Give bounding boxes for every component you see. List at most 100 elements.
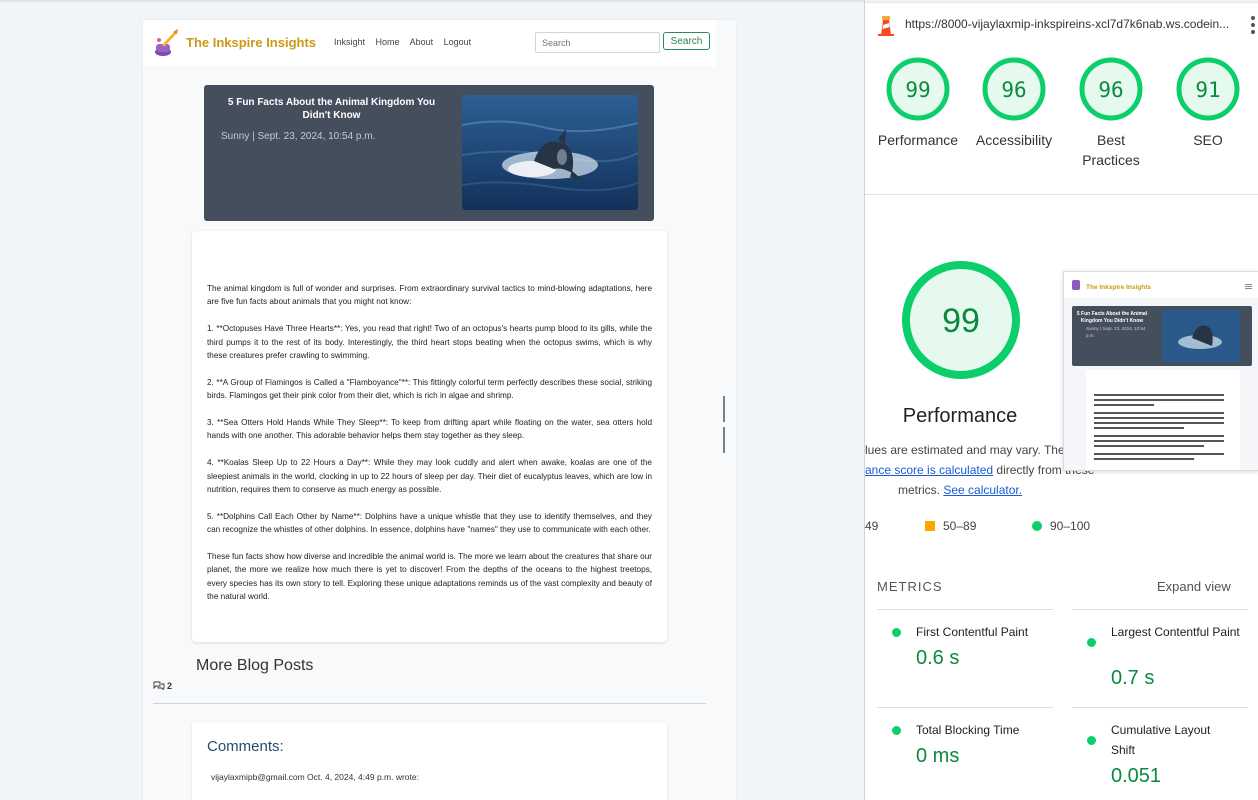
article-body: The animal kingdom is full of wonder and… — [207, 282, 652, 617]
page-screenshot-thumbnail[interactable]: The Inkspire Insights 5 Fun Facts About … — [1063, 271, 1258, 471]
report-url-bar: https://8000-vijaylaxmip-inkspireins-xcl… — [865, 8, 1258, 40]
metric-fcp: First Contentful Paint 0.6 s — [892, 622, 1072, 672]
post-meta: Sunny | Sept. 23, 2024, 10:54 p.m. — [221, 131, 376, 142]
metric-divider — [1072, 609, 1248, 610]
post-title: 5 Fun Facts About the Animal Kingdom You… — [227, 97, 436, 121]
ink-quill-logo-icon[interactable] — [153, 28, 179, 58]
legend-pass-label: 90–100 — [1050, 519, 1091, 533]
gauge-ring: 96 — [1079, 57, 1143, 121]
legend-average-label: 50–89 — [943, 519, 977, 533]
main-score: 99 — [942, 302, 980, 340]
comment-count[interactable]: 2 — [153, 681, 172, 691]
legend-average: 50–89 — [925, 519, 976, 533]
svg-text:Sunny | Sept. 23, 2024, 10:54: Sunny | Sept. 23, 2024, 10:54 — [1086, 326, 1146, 331]
gauge-label: SEO — [1193, 132, 1223, 148]
metric-divider — [877, 609, 1053, 610]
metric-lcp: Largest Contentful Paint 0.7 s — [1087, 622, 1258, 692]
gauge-ring: 99 — [886, 57, 950, 121]
panel-divider — [865, 194, 1258, 195]
more-posts-heading: More Blog Posts — [196, 657, 314, 674]
metric-divider — [1072, 707, 1248, 708]
nav-logout[interactable]: Logout — [444, 37, 472, 47]
metric-tbt: Total Blocking Time 0 ms — [892, 720, 1072, 770]
resize-handle[interactable] — [723, 396, 729, 453]
article-paragraph: 1. **Octopuses Have Three Hearts**: Yes,… — [207, 324, 652, 361]
score-gauges: 99 Performance 96 Accessibility 96 Best … — [865, 56, 1258, 186]
svg-text:The Inkspire Insights: The Inkspire Insights — [1086, 284, 1151, 291]
expand-view-toggle[interactable]: Expand view — [1157, 579, 1231, 594]
article-paragraph: The animal kingdom is full of wonder and… — [207, 284, 652, 307]
main-category-label: Performance — [902, 405, 1018, 427]
lighthouse-icon — [878, 16, 894, 36]
comments-heading: Comments: — [207, 738, 284, 755]
nav-inksight[interactable]: Inksight — [334, 37, 365, 47]
estimate-line-1: lues are estimated and may vary. The — [865, 443, 1065, 457]
legend-fail-label: 49 — [865, 519, 879, 533]
gauge-best-practices[interactable]: 96 Best Practices — [1061, 56, 1161, 170]
score-legend: 49 50–89 90–100 — [865, 519, 1258, 537]
gauge-label: Accessibility — [975, 132, 1053, 148]
metric-value: 0 ms — [916, 745, 960, 767]
comments-card: Comments: vijaylaxmipb@gmail.com Oct. 4,… — [192, 722, 667, 800]
score-calculation-link[interactable]: ance score is calculated — [865, 463, 993, 477]
gauge-ring: 96 — [982, 57, 1046, 121]
article-paragraph: 2. **A Group of Flamingos is Called a "F… — [207, 377, 652, 401]
comment-count-value: 2 — [167, 681, 173, 691]
brand-title[interactable]: The Inkspire Insights — [186, 35, 316, 50]
metric-name: Cumulative Layout Shift — [1111, 723, 1211, 757]
metrics-heading: METRICS — [877, 579, 943, 594]
metric-name: Largest Contentful Paint — [1111, 625, 1240, 639]
comment-author-line: vijaylaxmipb@gmail.com Oct. 4, 2024, 4:4… — [211, 772, 419, 782]
pass-circle-icon — [892, 628, 901, 637]
pass-circle-icon — [892, 726, 901, 735]
post-hero-card: 5 Fun Facts About the Animal Kingdom You… — [204, 85, 654, 221]
metric-value: 0.6 s — [916, 647, 960, 669]
report-url[interactable]: https://8000-vijaylaxmip-inkspireins-xcl… — [905, 17, 1235, 31]
navbar: The Inkspire Insights Inksight Home Abou… — [143, 20, 716, 66]
article-card: The animal kingdom is full of wonder and… — [192, 231, 667, 642]
metric-name: First Contentful Paint — [916, 625, 1029, 639]
legend-fail: 49 — [865, 519, 878, 533]
pass-circle-icon — [1087, 736, 1096, 745]
svg-text:96: 96 — [1098, 78, 1123, 102]
estimate-line-3-text: metrics. — [898, 483, 944, 497]
svg-text:99: 99 — [905, 78, 930, 102]
metric-value: 0.7 s — [1111, 667, 1155, 689]
panel-top-strip — [865, 0, 1258, 3]
performance-main-gauge: 99 — [902, 261, 1020, 379]
pass-circle-icon — [1032, 521, 1042, 531]
svg-text:96: 96 — [1001, 78, 1026, 102]
gauge-ring: 91 — [1176, 57, 1240, 121]
metric-cls: Cumulative Layout Shift 0.051 — [1087, 720, 1258, 790]
svg-text:91: 91 — [1195, 78, 1220, 102]
metric-divider — [877, 707, 1053, 708]
blog-page: The Inkspire Insights Inksight Home Abou… — [143, 20, 736, 800]
gauge-accessibility[interactable]: 96 Accessibility — [964, 56, 1064, 150]
search-input[interactable] — [535, 32, 660, 53]
average-square-icon — [925, 521, 935, 531]
article-paragraph: 5. **Dolphins Call Each Other by Name**:… — [207, 511, 652, 535]
nav-about[interactable]: About — [410, 37, 434, 47]
estimate-line-2: ance score is calculated directly from t… — [865, 463, 1094, 477]
see-calculator-link[interactable]: See calculator. — [943, 483, 1022, 497]
nav-home[interactable]: Home — [376, 37, 400, 47]
comments-icon — [153, 681, 165, 691]
lighthouse-panel: https://8000-vijaylaxmip-inkspireins-xcl… — [864, 0, 1258, 800]
pass-circle-icon — [1087, 638, 1096, 647]
gauge-seo[interactable]: 91 SEO — [1158, 56, 1258, 150]
gauge-performance[interactable]: 99 Performance — [868, 56, 968, 150]
metric-value: 0.051 — [1111, 765, 1162, 787]
article-paragraph: These fun facts show how diverse and inc… — [207, 552, 652, 602]
gauge-label: Performance — [877, 132, 959, 148]
legend-pass: 90–100 — [1032, 519, 1090, 533]
article-paragraph: 3. **Sea Otters Hold Hands While They Sl… — [207, 418, 652, 441]
svg-text:5 Fun Facts About the Animal: 5 Fun Facts About the Animal — [1077, 311, 1148, 317]
more-options-icon[interactable] — [1251, 16, 1255, 34]
search-button[interactable]: Search — [663, 32, 710, 50]
metric-name: Total Blocking Time — [916, 723, 1020, 737]
svg-text:p.m.: p.m. — [1086, 333, 1095, 338]
gauge-label: Best Practices — [1082, 132, 1140, 168]
svg-text:Kingdom You Didn't Know: Kingdom You Didn't Know — [1081, 318, 1143, 324]
estimate-line-3: metrics. See calculator. — [898, 483, 1022, 497]
section-divider — [153, 703, 706, 704]
